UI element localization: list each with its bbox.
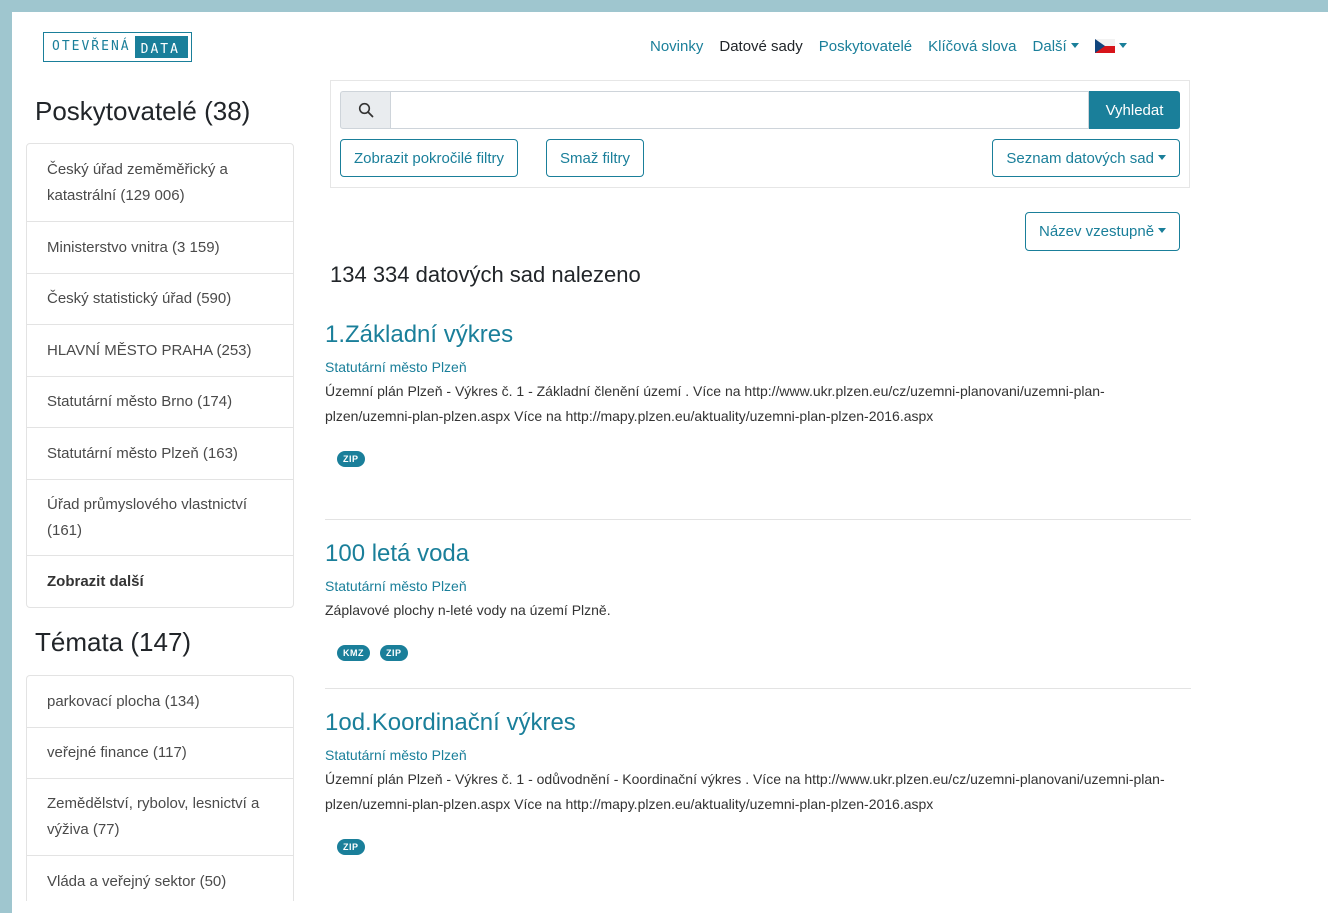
- nav-dalsi-dropdown[interactable]: Další: [1033, 38, 1079, 55]
- dataset-result: 100 letá voda Statutární město Plzeň Záp…: [325, 540, 1191, 661]
- provider-item[interactable]: Statutární město Brno (174): [27, 377, 293, 428]
- nav-klicova-slova[interactable]: Klíčová slova: [928, 38, 1016, 55]
- provider-item[interactable]: Český úřad zeměměřický a katastrální (12…: [27, 144, 293, 222]
- dataset-description: Záplavové plochy n-leté vody na území Pl…: [325, 602, 611, 618]
- format-badge: ZIP: [380, 645, 408, 661]
- view-mode-dropdown[interactable]: Seznam datových sad: [992, 139, 1180, 177]
- topic-item[interactable]: Vláda a veřejný sektor (50): [27, 856, 293, 901]
- topic-item[interactable]: veřejné finance (117): [27, 728, 293, 779]
- chevron-down-icon: [1158, 228, 1167, 233]
- advanced-filters-button[interactable]: Zobrazit pokročilé filtry: [340, 139, 519, 177]
- search-input[interactable]: [390, 91, 1089, 129]
- divider: [325, 688, 1191, 689]
- czech-flag-icon: [1094, 39, 1115, 53]
- topics-list: parkovací plocha (134) veřejné finance (…: [26, 675, 294, 901]
- format-badge: KMZ: [337, 645, 370, 661]
- nav-dalsi-label: Další: [1032, 38, 1067, 55]
- format-badges: ZIP: [325, 839, 1191, 855]
- provider-item[interactable]: Ministerstvo vnitra (3 159): [27, 222, 293, 274]
- provider-item[interactable]: Úřad průmyslového vlastnictví (161): [27, 480, 293, 556]
- dataset-title[interactable]: 1.Základní výkres: [325, 321, 1191, 349]
- view-mode-label: Seznam datových sad: [1006, 149, 1154, 167]
- language-dropdown[interactable]: [1094, 38, 1127, 55]
- provider-item[interactable]: Statutární město Plzeň (163): [27, 428, 293, 480]
- dataset-title[interactable]: 1od.Koordinační výkres: [325, 709, 1191, 737]
- format-badges: ZIP: [325, 451, 1191, 467]
- nav-datove-sady[interactable]: Datové sady: [719, 38, 802, 55]
- dataset-provider[interactable]: Statutární město Plzeň: [325, 747, 1191, 763]
- logo-text-part1: OTEVŘENÁ: [44, 33, 135, 61]
- top-navigation: Novinky Datové sady Poskytovatelé Klíčov…: [650, 38, 1143, 55]
- dataset-title[interactable]: 100 letá voda: [325, 540, 1191, 568]
- topic-item[interactable]: Zemědělství, rybolov, lesnictví a výživa…: [27, 779, 293, 856]
- search-bar: Vyhledat: [340, 91, 1180, 129]
- dataset-provider[interactable]: Statutární město Plzeň: [325, 359, 1191, 375]
- topics-heading: Témata (147): [35, 627, 192, 657]
- sort-dropdown[interactable]: Název vzestupně: [1025, 212, 1181, 251]
- provider-item[interactable]: HLAVNÍ MĚSTO PRAHA (253): [27, 325, 293, 377]
- nav-novinky[interactable]: Novinky: [650, 38, 703, 55]
- chevron-down-icon: [1118, 43, 1127, 48]
- site-logo[interactable]: OTEVŘENÁ DATA: [43, 32, 192, 62]
- nav-poskytovatele[interactable]: Poskytovatelé: [819, 38, 912, 55]
- dataset-provider[interactable]: Statutární město Plzeň: [325, 578, 1191, 594]
- format-badge: ZIP: [337, 839, 365, 855]
- dataset-result: 1od.Koordinační výkres Statutární město …: [325, 709, 1191, 855]
- search-button[interactable]: Vyhledat: [1089, 91, 1180, 129]
- clear-filters-button[interactable]: Smaž filtry: [546, 139, 645, 177]
- topic-item[interactable]: parkovací plocha (134): [27, 676, 293, 728]
- logo-text-part2: DATA: [134, 36, 188, 58]
- dataset-description: Územní plán Plzeň - Výkres č. 1 - Základ…: [325, 383, 1105, 424]
- search-icon: [340, 91, 390, 129]
- format-badges: KMZ ZIP: [325, 645, 1191, 661]
- providers-show-more[interactable]: Zobrazit další: [27, 556, 293, 607]
- providers-list: Český úřad zeměměřický a katastrální (12…: [26, 143, 294, 608]
- provider-item[interactable]: Český statistický úřad (590): [27, 274, 293, 325]
- search-panel: Vyhledat Zobrazit pokročilé filtry Smaž …: [330, 80, 1190, 188]
- page: OTEVŘENÁ DATA Novinky Datové sady Poskyt…: [12, 12, 1328, 913]
- chevron-down-icon: [1158, 154, 1166, 160]
- results-count: 134 334 datových sad nalezeno: [330, 262, 641, 287]
- format-badge: ZIP: [337, 451, 365, 467]
- sort-label: Název vzestupně: [1039, 223, 1155, 240]
- divider: [325, 519, 1191, 520]
- dataset-description: Územní plán Plzeň - Výkres č. 1 - odůvod…: [325, 771, 1165, 812]
- chevron-down-icon: [1070, 43, 1079, 48]
- dataset-result: 1.Základní výkres Statutární město Plzeň…: [325, 321, 1191, 467]
- providers-heading: Poskytovatelé (38): [35, 96, 251, 126]
